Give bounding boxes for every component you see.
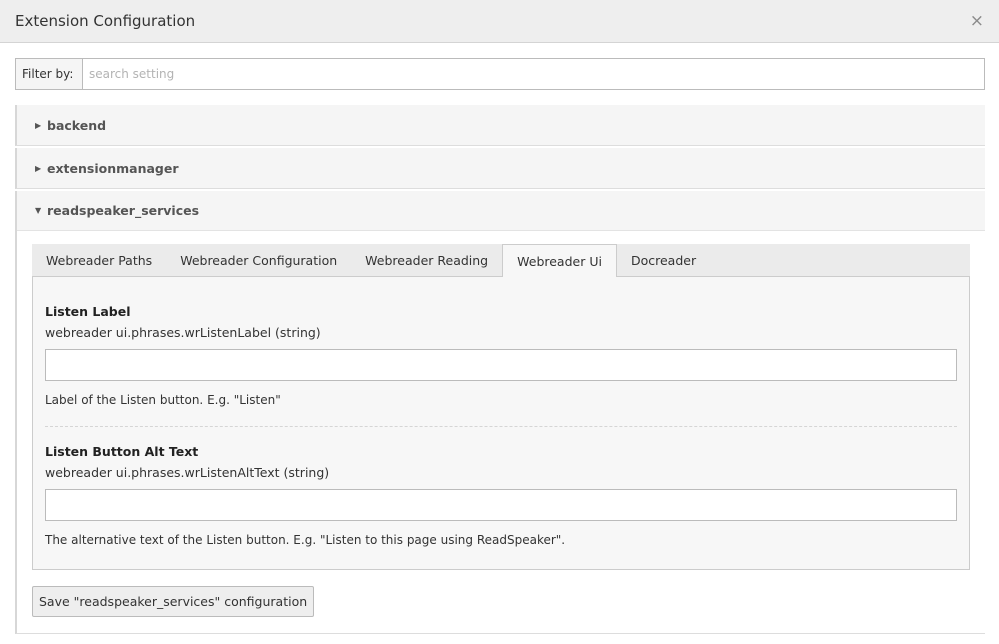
setting-title: Listen Button Alt Text [45, 444, 199, 459]
setting-description: The alternative text of the Listen butto… [45, 533, 566, 547]
panel-heading-label: backend [47, 117, 107, 133]
panel-heading-backend[interactable]: ▶ backend [17, 105, 985, 145]
tab-content: Listen Label webreader ui.phrases.wrList… [32, 277, 970, 570]
setting-listen-label: Listen Label webreader ui.phrases.wrList… [45, 304, 957, 407]
panel-heading-readspeaker-services[interactable]: ▼ readspeaker_services [17, 191, 985, 231]
setting-title: Listen Label [45, 304, 131, 319]
caret-right-icon: ▶ [35, 120, 42, 130]
search-input[interactable] [83, 59, 984, 89]
modal-header: Extension Configuration × [0, 0, 999, 43]
panel-heading-label: readspeaker_services [47, 203, 200, 218]
tab-bar: Webreader Paths Webreader Configuration … [32, 244, 970, 278]
tab-webreader-ui[interactable]: Webreader Ui [502, 244, 617, 278]
panel-backend: ▶ backend [15, 105, 985, 146]
setting-divider [45, 426, 957, 427]
tab-webreader-configuration[interactable]: Webreader Configuration [166, 244, 351, 277]
setting-key: webreader ui.phrases.wrListenAltText (st… [45, 465, 330, 480]
setting-description: Label of the Listen button. E.g. "Listen… [45, 393, 281, 407]
filter-group: Filter by: [15, 58, 985, 90]
caret-down-icon: ▼ [35, 206, 42, 215]
panel-heading-extensionmanager[interactable]: ▶ extensionmanager [17, 148, 985, 188]
close-icon[interactable]: × [970, 12, 984, 30]
panel-extensionmanager: ▶ extensionmanager [15, 148, 985, 189]
tab-webreader-paths[interactable]: Webreader Paths [32, 244, 166, 277]
tab-docreader[interactable]: Docreader [617, 244, 710, 277]
listen-alt-text-input[interactable] [45, 489, 957, 521]
panel-readspeaker-services: ▼ readspeaker_services Webreader Paths W… [15, 191, 985, 634]
tab-webreader-reading[interactable]: Webreader Reading [351, 244, 502, 277]
modal-title: Extension Configuration [15, 12, 196, 30]
filter-label: Filter by: [16, 59, 83, 89]
listen-label-input[interactable] [45, 349, 957, 381]
caret-right-icon: ▶ [35, 163, 42, 173]
panel-heading-label: extensionmanager [47, 160, 179, 176]
save-configuration-button[interactable]: Save "readspeaker_services" configuratio… [32, 586, 315, 617]
setting-key: webreader ui.phrases.wrListenLabel (stri… [45, 325, 321, 340]
setting-listen-alt-text: Listen Button Alt Text webreader ui.phra… [45, 444, 957, 547]
